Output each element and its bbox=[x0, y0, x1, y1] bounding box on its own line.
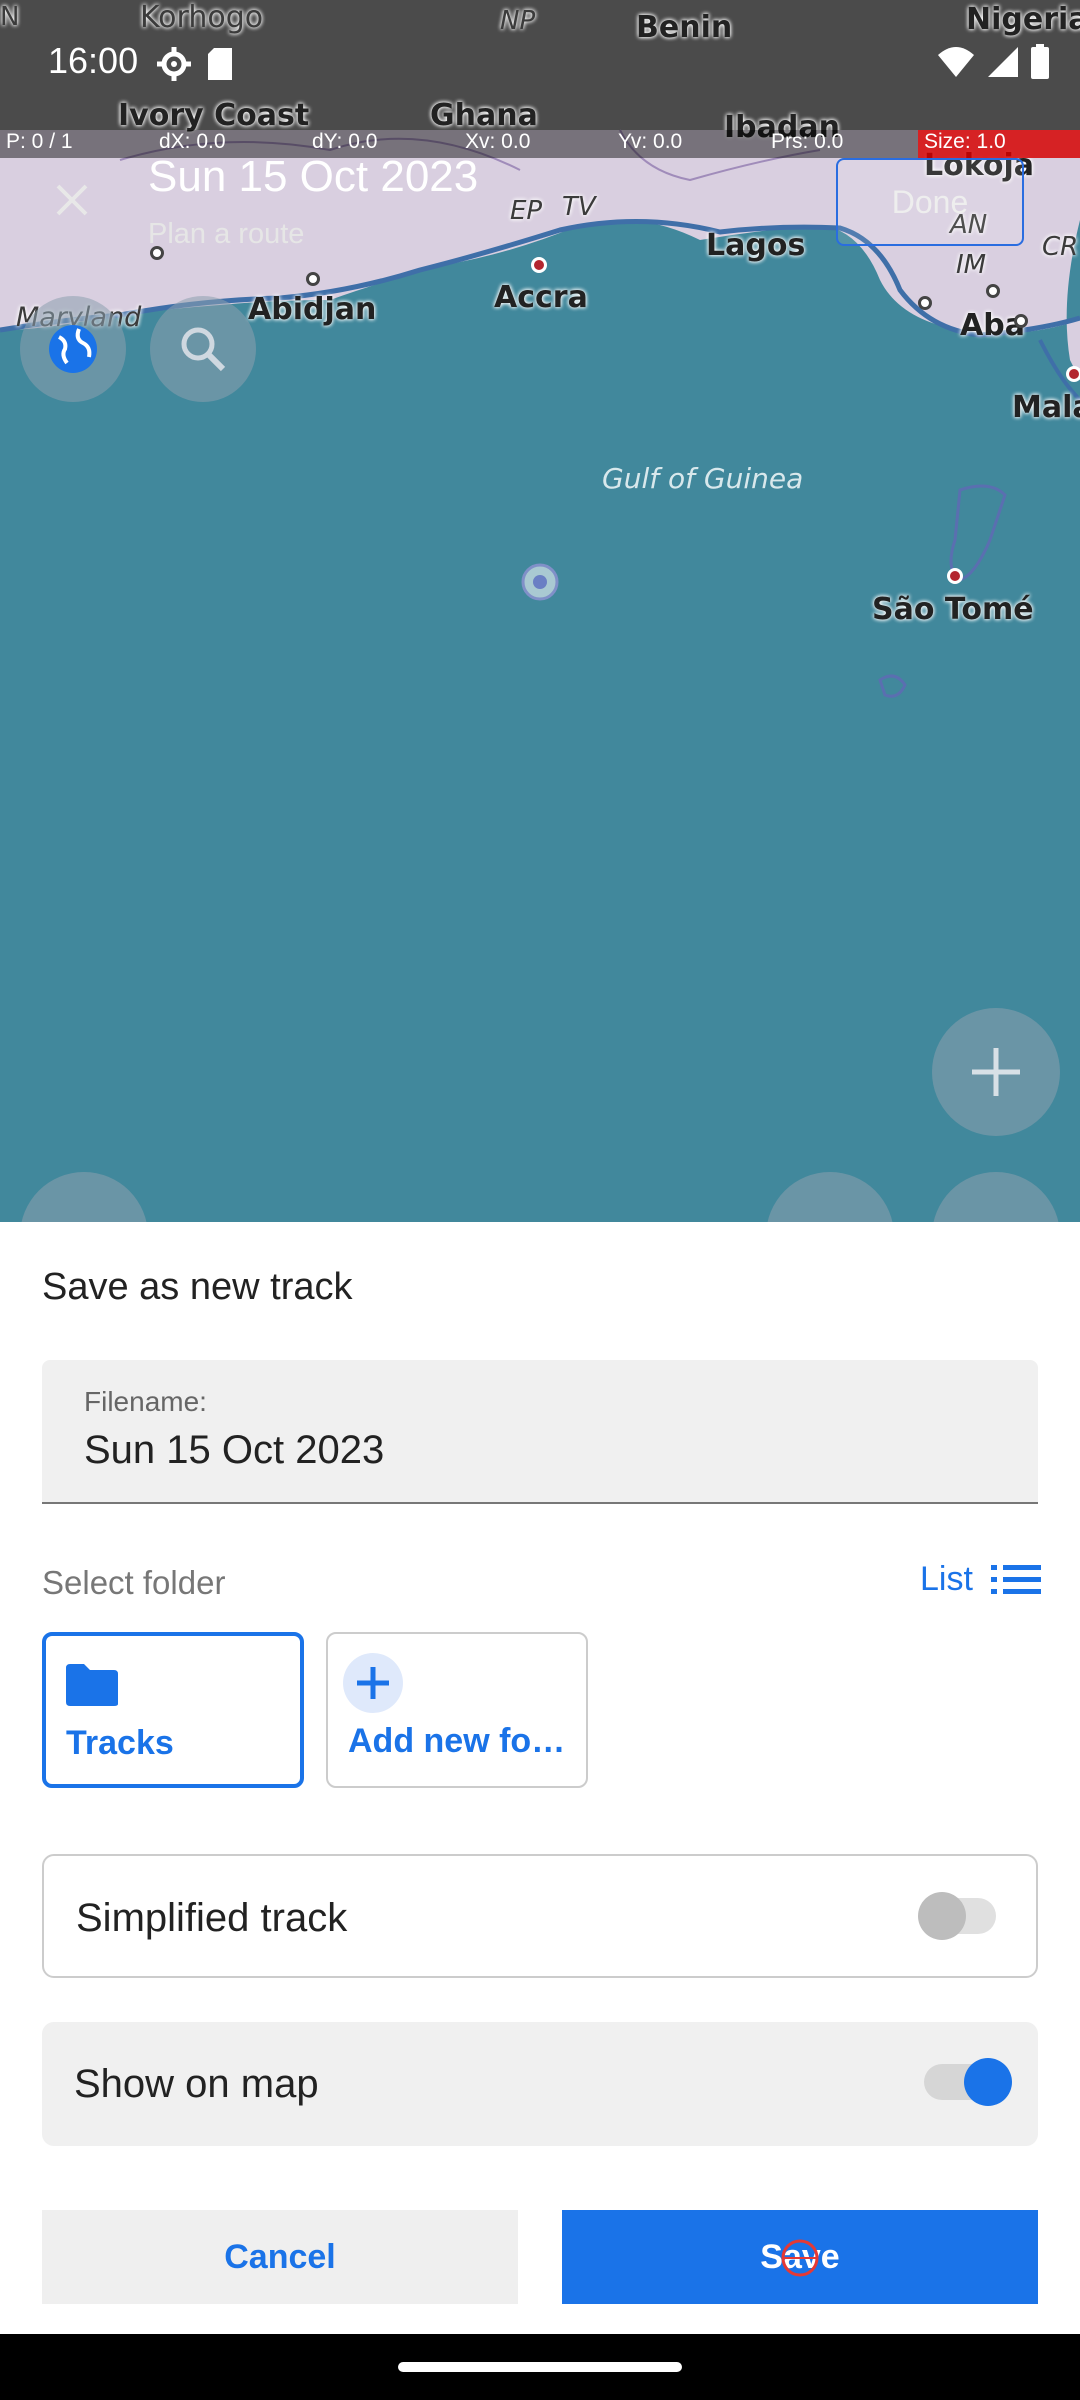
sheet-title: Save as new track bbox=[42, 1266, 353, 1308]
filename-input[interactable] bbox=[84, 1428, 984, 1473]
plus-icon bbox=[972, 1048, 1020, 1096]
town-marker bbox=[918, 296, 932, 310]
close-button[interactable] bbox=[40, 168, 104, 232]
show-on-map-label: Show on map bbox=[74, 2062, 319, 2106]
save-track-sheet: Save as new track Filename: Select folde… bbox=[0, 1222, 1080, 2334]
save-button[interactable]: Save bbox=[562, 2210, 1038, 2304]
folder-label: Tracks bbox=[66, 1724, 174, 1762]
add-new-folder-card[interactable]: Add new fo… bbox=[326, 1632, 588, 1788]
show-on-map-switch[interactable] bbox=[924, 2058, 1012, 2106]
town-marker bbox=[986, 284, 1000, 298]
settings-icon bbox=[157, 47, 191, 81]
list-view-button[interactable]: List bbox=[920, 1560, 1041, 1599]
map-layers-button[interactable] bbox=[20, 296, 126, 402]
zoom-in-button[interactable] bbox=[932, 1008, 1060, 1136]
sd-card-icon bbox=[208, 48, 232, 80]
map-label: Mala bbox=[1012, 390, 1080, 425]
navigation-bar bbox=[0, 2334, 1080, 2400]
cellular-signal-icon bbox=[988, 47, 1018, 77]
map-label: Abidjan bbox=[248, 292, 377, 327]
filename-field[interactable]: Filename: bbox=[42, 1360, 1038, 1504]
show-on-map-row[interactable]: Show on map bbox=[42, 2022, 1038, 2146]
map-label: Accra bbox=[494, 280, 588, 315]
city-marker bbox=[1066, 366, 1080, 382]
folder-icon bbox=[66, 1664, 118, 1706]
map-label: TV bbox=[562, 192, 596, 222]
town-marker bbox=[1014, 314, 1028, 328]
add-folder-icon bbox=[343, 1653, 403, 1713]
route-subtitle: Plan a route bbox=[148, 218, 305, 250]
town-marker bbox=[306, 272, 320, 286]
debug-size: Size: 1.0 bbox=[918, 130, 1080, 158]
list-label: List bbox=[920, 1560, 973, 1598]
debug-pointer: P: 0 / 1 bbox=[6, 130, 73, 153]
debug-yv: Yv: 0.0 bbox=[618, 130, 683, 153]
map-label: Gulf of Guinea bbox=[602, 462, 804, 495]
home-gesture-handle[interactable] bbox=[398, 2362, 682, 2372]
list-icon bbox=[990, 1564, 1041, 1594]
map-search-button[interactable] bbox=[150, 296, 256, 402]
status-time: 16:00 bbox=[48, 40, 139, 81]
done-button[interactable]: Done bbox=[836, 158, 1024, 246]
folder-label: Add new fo… bbox=[348, 1722, 566, 1760]
cancel-button[interactable]: Cancel bbox=[42, 2210, 518, 2304]
globe-icon bbox=[49, 325, 97, 373]
simplified-track-row[interactable]: Simplified track bbox=[42, 1854, 1038, 1978]
select-folder-label: Select folder bbox=[42, 1564, 226, 1601]
debug-xv: Xv: 0.0 bbox=[465, 130, 531, 153]
map-label: EP bbox=[510, 196, 543, 226]
wifi-icon bbox=[938, 47, 974, 77]
battery-icon bbox=[1031, 44, 1049, 79]
filename-label: Filename: bbox=[84, 1386, 207, 1417]
close-icon bbox=[56, 184, 88, 216]
debug-prs: Prs: 0.0 bbox=[771, 130, 844, 153]
folder-card-tracks[interactable]: Tracks bbox=[42, 1632, 304, 1788]
map-label: IM bbox=[956, 250, 987, 280]
my-location-icon bbox=[521, 563, 559, 601]
route-title: Sun 15 Oct 2023 bbox=[148, 152, 479, 201]
city-marker bbox=[531, 257, 547, 273]
map-label: CR bbox=[1042, 232, 1079, 262]
simplified-track-switch[interactable] bbox=[918, 1892, 996, 1940]
city-marker bbox=[947, 568, 963, 584]
status-bar: 16:00 bbox=[0, 0, 1080, 128]
search-icon bbox=[181, 327, 226, 372]
map-label: Lagos bbox=[706, 228, 806, 263]
touch-indicator-icon bbox=[781, 2239, 819, 2277]
simplified-track-label: Simplified track bbox=[76, 1896, 348, 1940]
map-label: São Tomé bbox=[872, 592, 1034, 627]
